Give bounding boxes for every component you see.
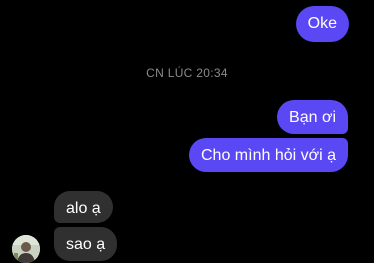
outgoing-message-bubble[interactable]: Bạn ơi	[277, 100, 348, 134]
contact-avatar-icon[interactable]	[12, 235, 40, 263]
outgoing-message-bubble[interactable]: Cho mình hỏi với ạ	[189, 138, 348, 172]
message-timestamp: CN LÚC 20:34	[146, 66, 228, 80]
outgoing-message-bubble[interactable]: Oke	[295, 6, 349, 42]
incoming-message-bubble[interactable]: alo ạ	[54, 191, 113, 223]
incoming-message-bubble[interactable]: sao ạ	[54, 227, 118, 261]
